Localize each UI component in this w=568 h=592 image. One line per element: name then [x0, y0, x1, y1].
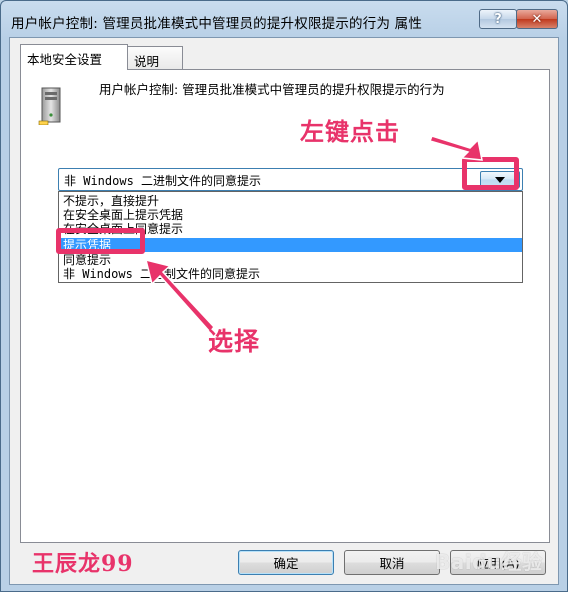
tab-explain[interactable]: 说明: [127, 46, 183, 70]
computer-tower-icon: [38, 87, 61, 125]
highlight-box-selected-option: [56, 228, 145, 254]
option-no-prompt[interactable]: 不提示，直接提升: [59, 194, 522, 208]
properties-dialog: 用户帐户控制: 管理员批准模式中管理员的提升权限提示的行为 属性 ? ✕ 本地安…: [0, 0, 568, 592]
option-consent-non-windows[interactable]: 非 Windows 二进制文件的同意提示: [59, 267, 522, 281]
policy-description: 用户帐户控制: 管理员批准模式中管理员的提升权限提示的行为: [99, 82, 445, 97]
dialog-client-area: 本地安全设置 说明 用户帐户控制: 管理员批准模式中管理员的提升权限提示的行为: [9, 37, 559, 585]
option-prompt-consent[interactable]: 同意提示: [59, 253, 522, 267]
highlight-box-dropdown-button: [462, 157, 519, 190]
combobox-selected-value: 非 Windows 二进制文件的同意提示: [64, 174, 262, 188]
author-watermark: 王辰龙99: [32, 551, 134, 577]
title-bar[interactable]: 用户帐户控制: 管理员批准模式中管理员的提升权限提示的行为 属性 ? ✕: [1, 1, 567, 37]
baidu-watermark: Baidu经验: [435, 550, 543, 574]
ok-button[interactable]: 确定: [238, 550, 334, 575]
help-button[interactable]: ?: [479, 9, 517, 29]
tab-local-security-setting[interactable]: 本地安全设置: [20, 44, 128, 70]
close-icon: ✕: [531, 11, 543, 27]
select-hint-label: 选择: [208, 327, 261, 356]
option-credentials-secure-desktop[interactable]: 在安全桌面上提示凭据: [59, 208, 522, 222]
window-title: 用户帐户控制: 管理员批准模式中管理员的提升权限提示的行为 属性: [11, 16, 423, 32]
click-hint-label: 左键点击: [300, 117, 400, 146]
cancel-button[interactable]: 取消: [344, 550, 440, 575]
behavior-combobox[interactable]: 非 Windows 二进制文件的同意提示: [58, 168, 523, 191]
close-button[interactable]: ✕: [516, 9, 558, 29]
tab-panel: 用户帐户控制: 管理员批准模式中管理员的提升权限提示的行为 非 Windows …: [20, 69, 550, 543]
help-icon: ?: [494, 11, 502, 27]
